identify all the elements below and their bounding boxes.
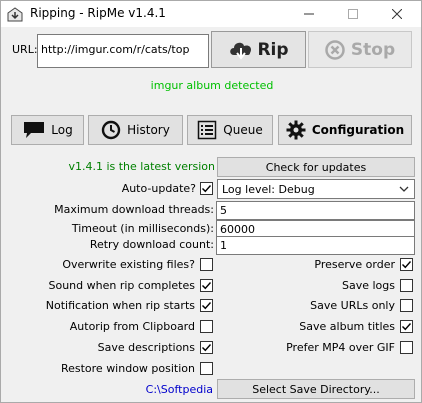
app-logo-icon [7, 7, 23, 22]
option-label: Restore window position [60, 362, 195, 375]
tab-queue[interactable]: Queue [187, 115, 273, 145]
url-input[interactable]: http://imgur.com/r/cats/top [37, 34, 209, 68]
option-label: Save logs [342, 279, 395, 292]
timeout-label: Timeout (in milliseconds): [71, 222, 214, 235]
overwrite-files-checkbox[interactable] [200, 258, 213, 271]
checkmark-icon [402, 323, 412, 331]
save-album-titles-checkbox[interactable] [400, 320, 413, 333]
option-label: Sound when rip completes [48, 279, 195, 292]
option-label: Save descriptions [97, 341, 195, 354]
main-panel: URL: http://imgur.com/r/cats/top Rip Sto… [1, 27, 421, 402]
retry-input[interactable]: 1 [216, 236, 415, 255]
prefer-mp4-checkbox[interactable] [400, 341, 413, 354]
window-title: Ripping - RipMe v1.4.1 [30, 6, 166, 20]
checkmark-icon [202, 282, 212, 290]
maximize-button[interactable] [331, 1, 375, 27]
preserve-order-checkbox[interactable] [400, 258, 413, 271]
tab-configuration-label: Configuration [311, 123, 405, 137]
url-label: URL: [12, 43, 38, 56]
tab-queue-label: Queue [223, 123, 263, 137]
restore-window-checkbox[interactable] [200, 362, 213, 375]
autorip-clipboard-checkbox[interactable] [200, 320, 213, 333]
title-bar: Ripping - RipMe v1.4.1 [1, 1, 421, 27]
minimize-button[interactable] [287, 1, 331, 27]
save-directory-path: C:\Softpedia [145, 383, 213, 396]
option-label: Prefer MP4 over GIF [286, 341, 395, 354]
speech-bubble-icon [24, 122, 45, 138]
cloud-download-icon [230, 42, 252, 60]
retry-label: Retry download count: [89, 238, 214, 251]
option-label: Preserve order [314, 258, 395, 271]
tab-history[interactable]: History [88, 115, 183, 145]
notification-on-start-checkbox[interactable] [200, 299, 213, 312]
status-text: imgur album detected [150, 79, 274, 92]
minimize-icon [304, 13, 314, 15]
auto-update-checkbox[interactable] [200, 182, 213, 195]
cancel-icon [325, 39, 345, 60]
option-label: Overwrite existing files? [62, 258, 195, 271]
chevron-down-icon [399, 186, 409, 192]
sound-on-complete-checkbox[interactable] [200, 279, 213, 292]
log-level-select[interactable]: Log level: Debug [217, 179, 415, 199]
close-window-button[interactable] [375, 1, 419, 27]
clock-icon [101, 120, 121, 140]
save-logs-checkbox[interactable] [400, 279, 413, 292]
auto-update-label: Auto-update? [121, 182, 196, 195]
check-updates-button[interactable]: Check for updates [217, 157, 415, 177]
option-label: Save album titles [299, 320, 395, 333]
tab-history-label: History [127, 123, 170, 137]
rip-button[interactable]: Rip [211, 31, 306, 68]
threads-input[interactable]: 5 [216, 201, 415, 220]
version-text: v1.4.1 is the latest version [68, 160, 215, 173]
rip-label: Rip [257, 39, 289, 60]
threads-label: Maximum download threads: [54, 203, 214, 216]
option-label: Autorip from Clipboard [69, 320, 195, 333]
ripme-window: Ripping - RipMe v1.4.1 URL: http://imgur… [0, 0, 422, 403]
option-label: Notification when rip starts [45, 299, 195, 312]
close-icon [392, 9, 402, 19]
maximize-icon [348, 9, 358, 19]
tab-configuration[interactable]: Configuration [278, 115, 412, 145]
stop-button[interactable]: Stop [308, 31, 412, 68]
checkmark-icon [402, 261, 412, 269]
stop-label: Stop [350, 39, 396, 60]
save-urls-only-checkbox[interactable] [400, 299, 413, 312]
checkmark-icon [202, 344, 212, 352]
tab-log[interactable]: Log [11, 115, 84, 145]
option-label: Save URLs only [310, 299, 395, 312]
checkmark-icon [202, 302, 212, 310]
log-level-value: Log level: Debug [222, 183, 315, 196]
gear-icon [286, 120, 306, 140]
select-save-directory-button[interactable]: Select Save Directory... [217, 379, 415, 399]
tab-log-label: Log [51, 123, 73, 137]
list-icon [198, 120, 217, 140]
save-descriptions-checkbox[interactable] [200, 341, 213, 354]
checkmark-icon [202, 185, 212, 193]
